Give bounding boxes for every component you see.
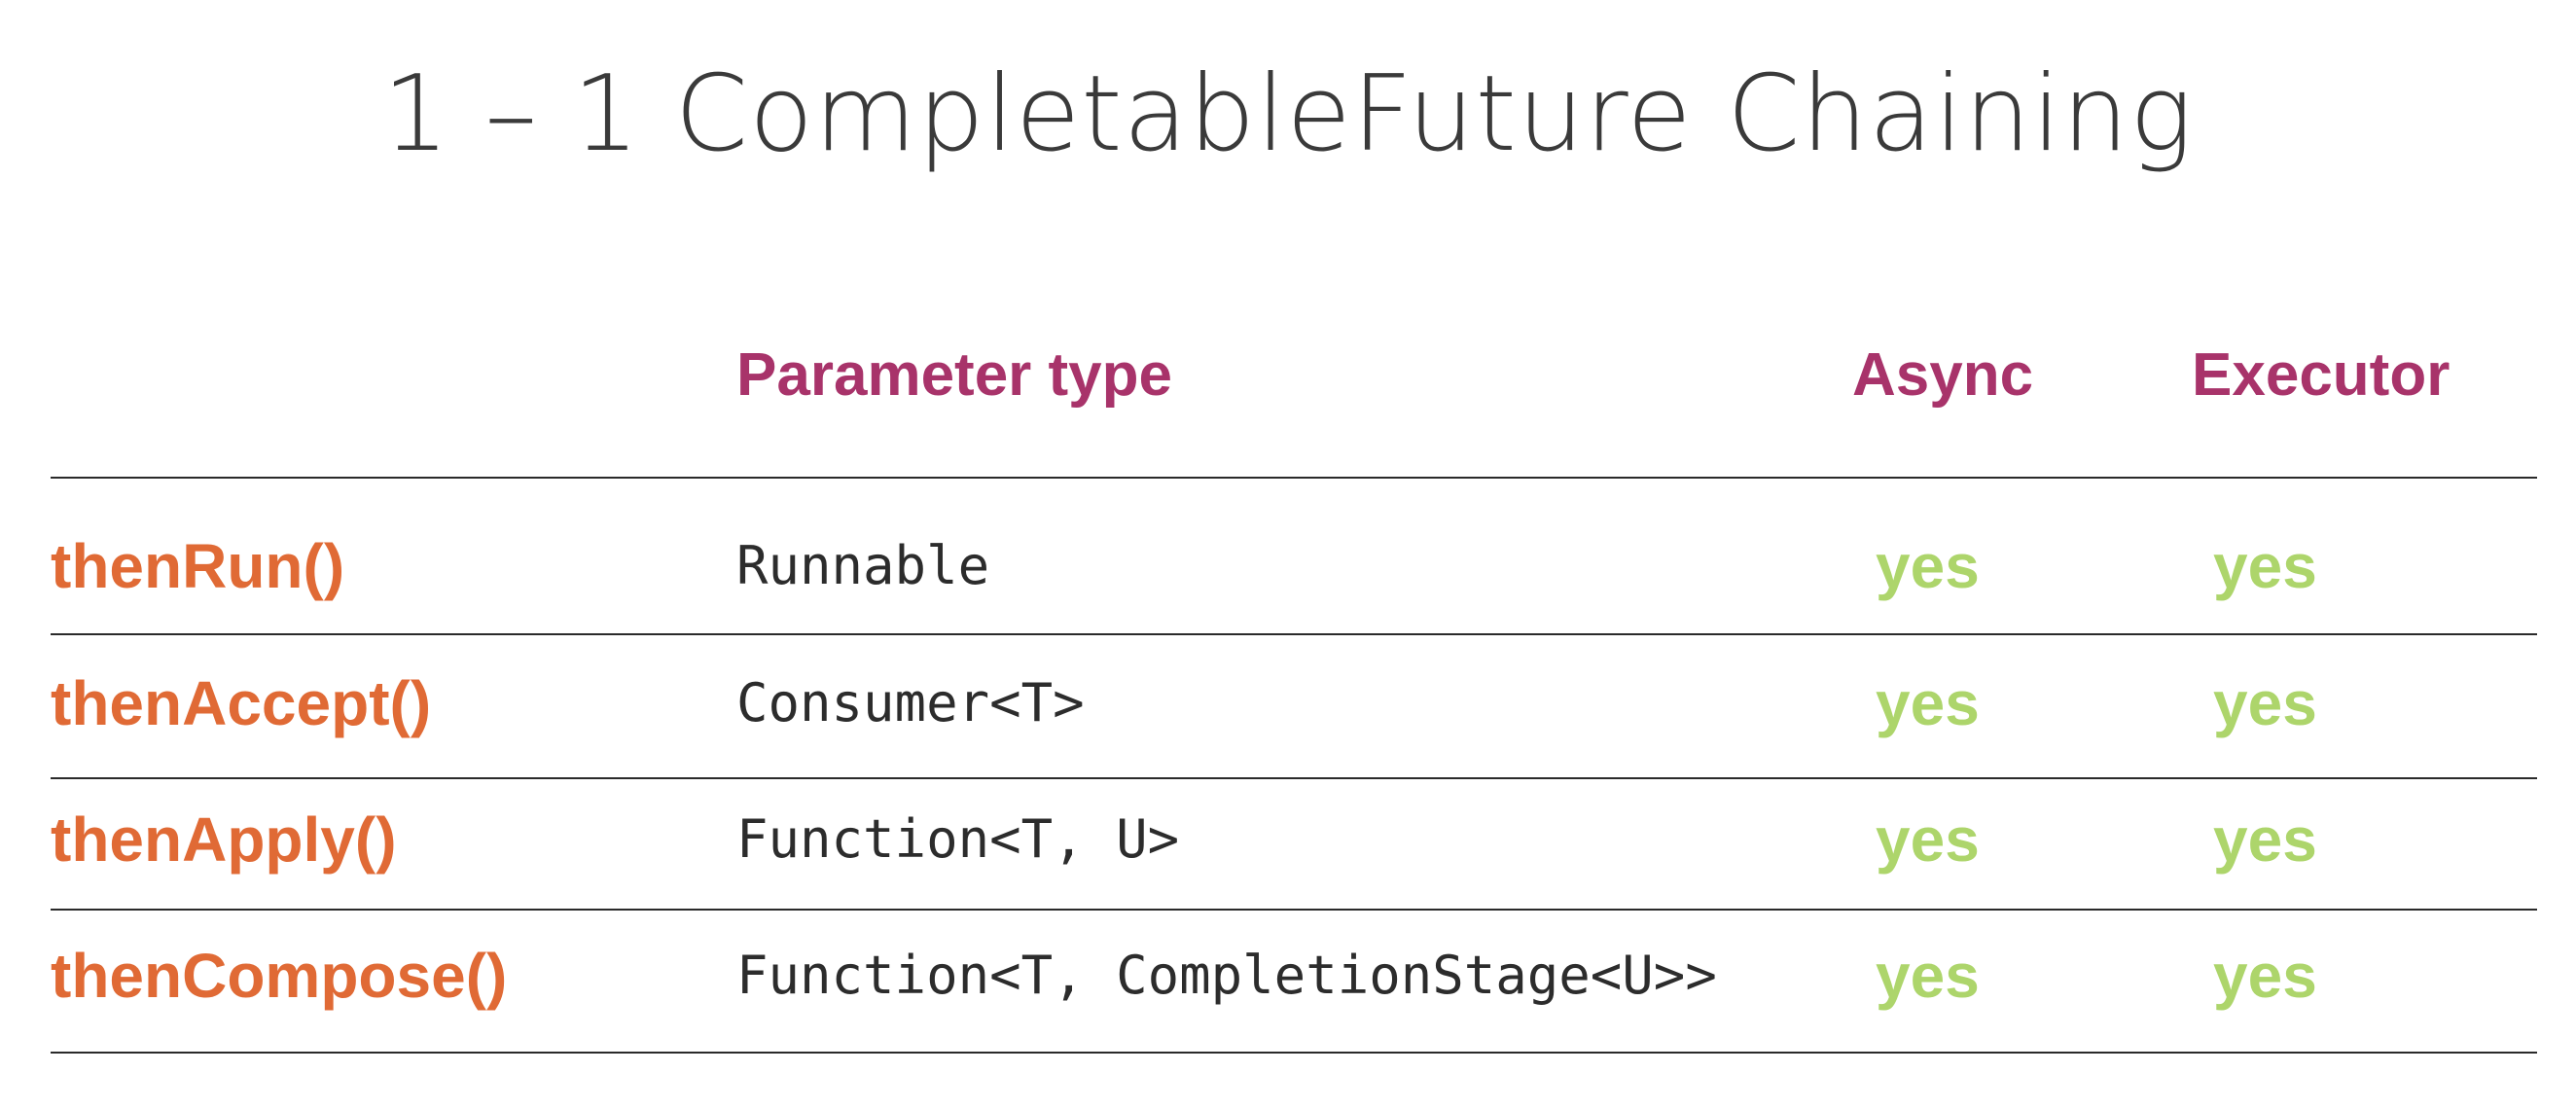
header-executor: Executor <box>2192 341 2451 409</box>
row-divider <box>51 777 2537 779</box>
executor-flag: yes <box>2213 805 2317 875</box>
parameter-type: Runnable <box>736 535 990 596</box>
async-flag: yes <box>1876 941 1980 1011</box>
executor-flag: yes <box>2213 668 2317 738</box>
row-divider <box>51 909 2537 911</box>
parameter-type: Consumer<T> <box>736 672 1085 733</box>
executor-flag: yes <box>2213 531 2317 601</box>
row-divider <box>51 633 2537 635</box>
async-flag: yes <box>1876 805 1980 875</box>
table-bottom-rule <box>51 1052 2537 1054</box>
header-parameter-type: Parameter type <box>736 341 1173 409</box>
method-name: thenCompose() <box>51 941 508 1011</box>
slide: 1 – 1 CompletableFuture Chaining Paramet… <box>0 0 2576 1109</box>
method-name: thenApply() <box>51 805 397 875</box>
async-flag: yes <box>1876 531 1980 601</box>
parameter-type: Function<T, CompletionStage<U>> <box>736 945 1717 1006</box>
slide-title: 1 – 1 CompletableFuture Chaining <box>382 54 2194 175</box>
parameter-type: Function<T, U> <box>736 808 1180 870</box>
executor-flag: yes <box>2213 941 2317 1011</box>
header-divider <box>51 477 2537 479</box>
header-async: Async <box>1852 341 2034 409</box>
method-name: thenAccept() <box>51 668 432 738</box>
async-flag: yes <box>1876 668 1980 738</box>
method-name: thenRun() <box>51 531 345 601</box>
